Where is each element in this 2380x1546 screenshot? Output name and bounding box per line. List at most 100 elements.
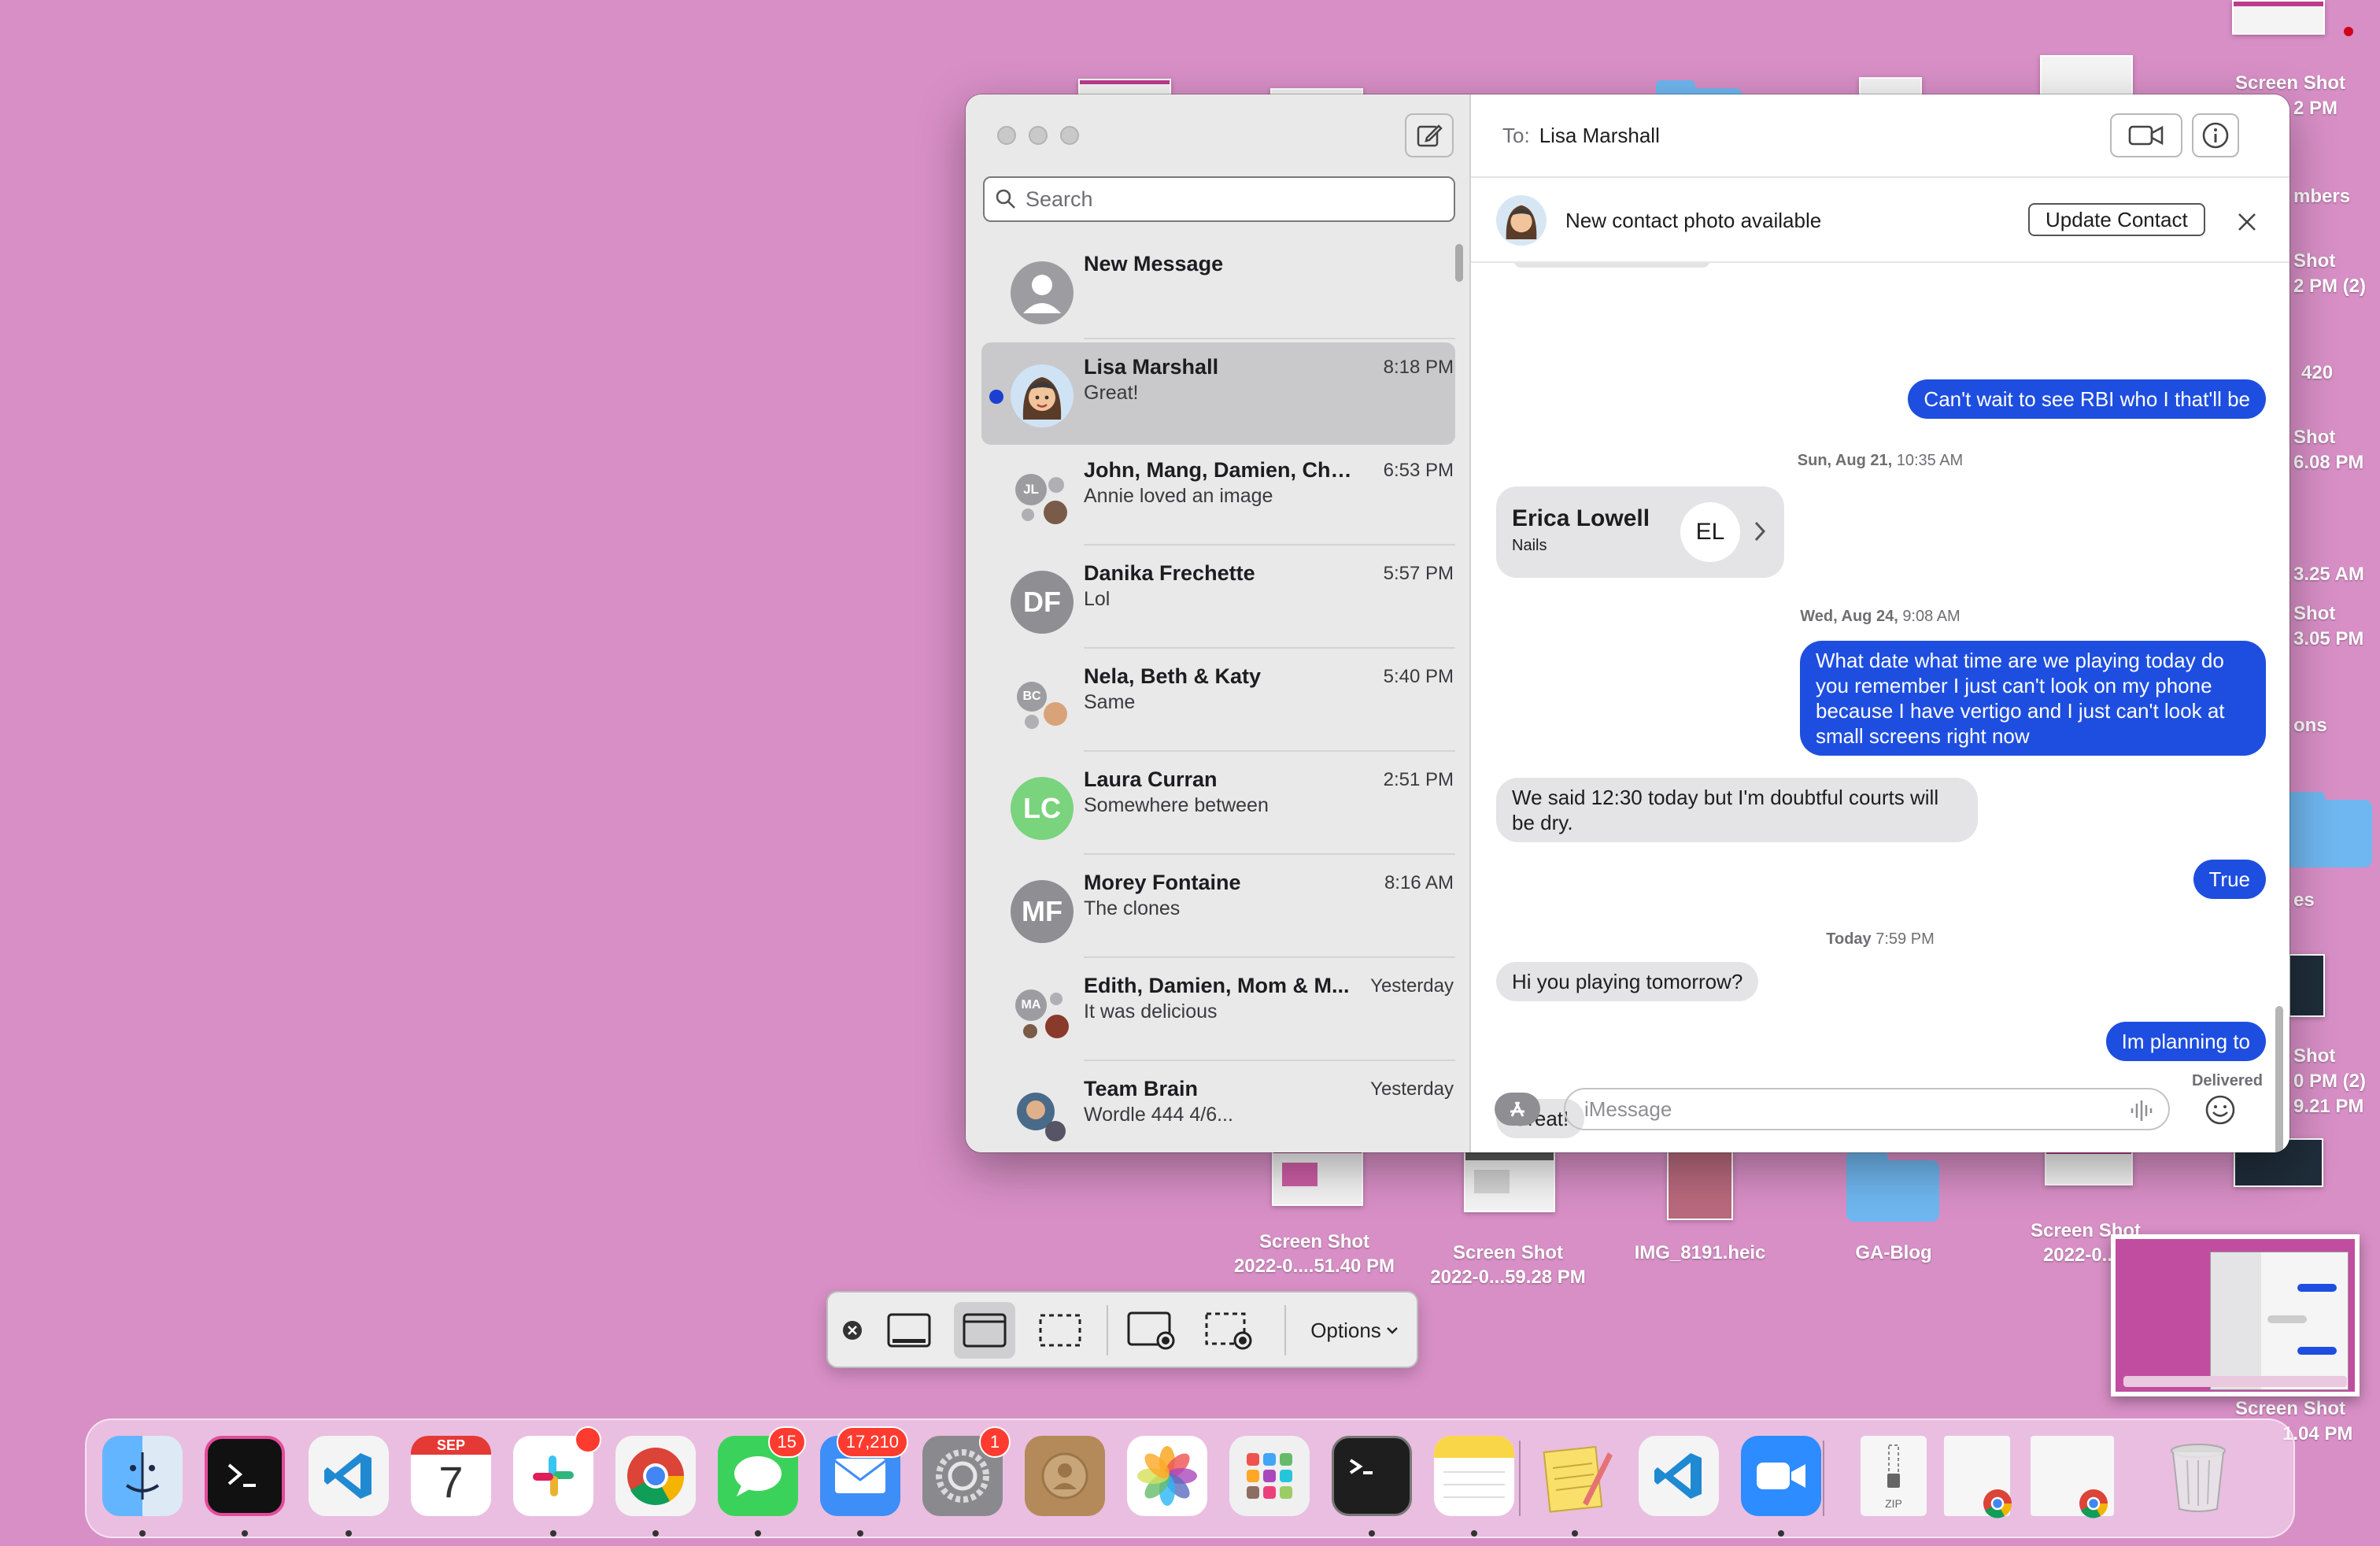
dismiss-banner-icon[interactable] <box>2236 211 2258 233</box>
close-window-button[interactable] <box>997 126 1016 145</box>
capture-entire-screen-button[interactable] <box>878 1302 940 1359</box>
record-selection-button[interactable] <box>1198 1302 1259 1359</box>
conversation-name: John, Mang, Damien, Chri... <box>1084 458 1359 482</box>
info-button[interactable] <box>2192 113 2239 157</box>
conversation-name: Danika Frechette <box>1084 561 1255 585</box>
dock-zip-file[interactable]: ZIP <box>1861 1436 1927 1516</box>
app-store-button[interactable] <box>1495 1093 1540 1126</box>
conversation-group-john[interactable]: JL John, Mang, Damien, Chri... 6:53 PM A… <box>966 442 1471 546</box>
folder-icon[interactable] <box>2286 792 2372 867</box>
compose-button[interactable] <box>1405 113 1454 157</box>
dock-terminal-app[interactable] <box>205 1436 285 1516</box>
conversation-list: New Message Lisa Marshall 8:18 PM Great!… <box>966 236 1471 1152</box>
conversation-nela-beth-katy[interactable]: BC Nela, Beth & Katy 5:40 PM Same <box>966 649 1471 752</box>
capture-window-button[interactable] <box>954 1302 1015 1359</box>
timestamp: Wed, Aug 24, 9:08 AM <box>1800 608 1961 625</box>
dock-mail[interactable]: 17,210 <box>820 1426 908 1516</box>
dock-slack[interactable] <box>513 1426 601 1516</box>
dock-messages[interactable]: 15 <box>718 1426 806 1516</box>
file-label: mbers <box>2293 186 2351 207</box>
message-outgoing[interactable]: Can't wait to see RBI who I that'll be <box>1908 379 2266 419</box>
options-menu-button[interactable]: Options <box>1300 1302 1409 1359</box>
conversation-name: Laura Curran <box>1084 767 1218 791</box>
folder-icon <box>1846 1152 1939 1222</box>
conversation-team-brain[interactable]: Team Brain Yesterday Wordle 444 4/6... <box>966 1061 1471 1152</box>
contact-card-message[interactable]: Erica Lowell Nails EL <box>1496 486 1784 578</box>
message-outgoing[interactable]: True <box>2193 860 2266 899</box>
dock-contacts[interactable] <box>1025 1436 1105 1516</box>
dock-system-settings[interactable]: 1 <box>922 1426 1011 1516</box>
recipient-name[interactable]: Lisa Marshall <box>1539 124 1660 148</box>
window-controls <box>997 126 1079 145</box>
zoom-window-button[interactable] <box>1060 126 1079 145</box>
to-label: To: <box>1502 123 1530 147</box>
compose-icon <box>1417 124 1443 147</box>
conversation-name: Edith, Damien, Mom & M... <box>1084 974 1350 997</box>
conversation-time: 6:53 PM <box>1383 460 1454 481</box>
dock-notes[interactable] <box>1434 1436 1514 1516</box>
dock-calendar[interactable]: SEP 7 <box>411 1436 491 1516</box>
conversation-preview: Great! <box>1084 382 1139 404</box>
toolbar-divider <box>1284 1305 1286 1356</box>
conversation-morey-fontaine[interactable]: MF Morey Fontaine 8:16 AM The clones <box>966 855 1471 958</box>
dock-chrome[interactable] <box>615 1436 696 1516</box>
dock-chrome-document[interactable] <box>1944 1436 2012 1518</box>
dock-vscode-2[interactable] <box>1639 1436 1719 1516</box>
avatar: LC <box>1011 777 1074 840</box>
chrome-icon <box>1983 1489 2012 1518</box>
message-outgoing[interactable]: Im planning to <box>2105 1022 2266 1061</box>
dock-chrome-document-2[interactable] <box>2031 1436 2114 1518</box>
dock-launchpad[interactable] <box>1229 1436 1310 1516</box>
dock-trash[interactable] <box>2158 1436 2238 1516</box>
dock-vscode[interactable] <box>309 1436 389 1516</box>
file-label: es <box>2293 890 2315 911</box>
timestamp: Sun, Aug 21, 10:35 AM <box>1797 452 1964 469</box>
search-field[interactable]: Search <box>983 176 1455 222</box>
dock-photos[interactable] <box>1127 1436 1207 1516</box>
audio-waveform-icon[interactable] <box>2129 1099 2153 1123</box>
dock-finder[interactable] <box>102 1436 183 1516</box>
file-thumbnail[interactable] <box>2232 0 2325 35</box>
desktop: { "desktop": { "files": [ {"line1": "Scr… <box>0 0 2380 1546</box>
conversation-new-message[interactable]: New Message <box>966 236 1471 339</box>
conversation-danika-frechette[interactable]: DF Danika Frechette 5:57 PM Lol <box>966 546 1471 649</box>
dock-terminal[interactable] <box>1332 1436 1412 1516</box>
memoji-icon <box>1506 205 1537 239</box>
conversation-lisa-marshall[interactable]: Lisa Marshall 8:18 PM Great! <box>966 339 1471 445</box>
chat-pane: To: Lisa Marshall New contact photo avai… <box>1471 94 2289 1152</box>
avatar <box>1011 364 1074 427</box>
calendar-month: SEP <box>411 1436 491 1455</box>
close-toolbar-button[interactable] <box>836 1302 869 1359</box>
message-incoming[interactable]: Hi you playing tomorrow? <box>1496 962 1759 1001</box>
conversation-name: Team Brain <box>1084 1077 1199 1100</box>
emoji-icon[interactable] <box>2204 1094 2236 1126</box>
gear-icon <box>936 1449 989 1503</box>
messages-badge: 15 <box>767 1426 806 1458</box>
notes-header <box>1434 1436 1514 1458</box>
screenshot-preview-thumbnail[interactable] <box>2111 1234 2360 1396</box>
file-label: 3.05 PM <box>2293 628 2364 649</box>
conversation-laura-curran[interactable]: LC Laura Curran 2:51 PM Somewhere betwee… <box>966 752 1471 855</box>
running-indicator <box>1369 1530 1375 1537</box>
vscode-icon <box>324 1453 371 1499</box>
running-indicator <box>550 1530 556 1537</box>
message-outgoing[interactable]: What date what time are we playing today… <box>1800 641 2266 756</box>
record-screen-button[interactable] <box>1121 1302 1182 1359</box>
toolbar-divider <box>1107 1305 1108 1356</box>
message-input[interactable]: iMessage <box>1564 1088 2170 1130</box>
conversation-time: 2:51 PM <box>1383 769 1454 790</box>
capture-selection-button[interactable] <box>1029 1302 1091 1359</box>
facetime-button[interactable] <box>2110 113 2182 157</box>
dock-stickies[interactable] <box>1535 1436 1615 1516</box>
minimize-window-button[interactable] <box>1029 126 1048 145</box>
avatar-initials: JL <box>1015 474 1047 505</box>
sidebar-scrollbar[interactable] <box>1455 244 1463 282</box>
calendar-day: 7 <box>438 1457 464 1507</box>
file-thumbnail[interactable] <box>2289 954 2325 1017</box>
message-incoming[interactable]: We said 12:30 today but I'm doubtful cou… <box>1496 778 1978 842</box>
conversation-group-edith[interactable]: MA Edith, Damien, Mom & M... Yesterday I… <box>966 958 1471 1061</box>
window-icon <box>963 1313 1007 1348</box>
preview-window-image <box>2210 1252 2349 1390</box>
update-contact-button[interactable]: Update Contact <box>2028 203 2205 236</box>
dock-zoom[interactable] <box>1741 1436 1821 1516</box>
